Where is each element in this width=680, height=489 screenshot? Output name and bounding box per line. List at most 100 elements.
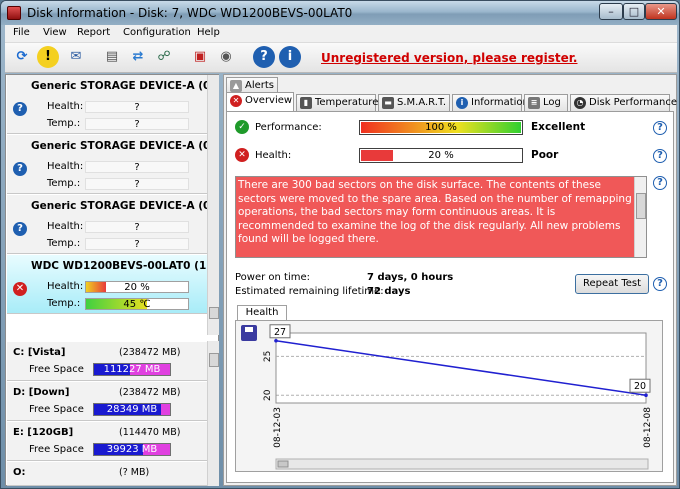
- partition-size: (? MB): [119, 467, 150, 478]
- alert-message-box[interactable]: There are 300 bad sectors on the disk su…: [235, 176, 647, 258]
- tab-information[interactable]: i Information: [452, 94, 529, 112]
- partition-name: D: [Down]: [13, 387, 70, 398]
- free-space-label: Free Space: [29, 444, 84, 455]
- menu-view[interactable]: View: [43, 27, 67, 38]
- details-panel: ▲ Alerts ✕ Overview ▮ Temperature ▬ S.M.A.R.…: [223, 74, 677, 486]
- chart-tab-health[interactable]: Health (%): [237, 305, 287, 332]
- performance-value: 100 %: [425, 122, 457, 133]
- error-icon: ✕: [230, 95, 242, 107]
- disk-app-icon: [7, 6, 21, 20]
- help-icon[interactable]: ?: [653, 176, 667, 190]
- health-label: Health:: [47, 281, 84, 292]
- question-icon: ?: [13, 222, 27, 236]
- menu-report[interactable]: Report: [77, 27, 110, 38]
- help-icon[interactable]: ?: [653, 277, 667, 291]
- performance-label: Performance:: [255, 122, 322, 133]
- temp-label: Temp.:: [47, 178, 81, 189]
- health-label: Health:: [47, 161, 84, 172]
- scroll-thumb[interactable]: [636, 193, 646, 219]
- data-label: 27: [274, 327, 286, 338]
- scroll-thumb[interactable]: [277, 460, 289, 468]
- partition-name: O:: [13, 467, 26, 478]
- device-item[interactable]: Generic STORAGE DEVICE-A (0.0 GB) ? Heal…: [7, 135, 207, 194]
- thermometer-icon: ▮: [300, 97, 312, 109]
- performance-meter: 100 %: [359, 120, 523, 135]
- help-icon[interactable]: ?: [653, 149, 667, 163]
- partition-size: (114470 MB): [119, 427, 181, 438]
- menu-configuration[interactable]: Configuration: [123, 27, 191, 38]
- tab-temperature[interactable]: ▮ Temperature: [296, 94, 378, 112]
- minimize-button[interactable]: –: [599, 3, 623, 20]
- tab-disk-performance[interactable]: ◔ Disk Performance: [570, 94, 677, 112]
- lifetime-value: 72 days: [367, 286, 411, 297]
- health-value: ?: [85, 101, 189, 113]
- error-icon: ✕: [13, 282, 27, 296]
- device-name: Generic STORAGE DEVICE-A (0.0 GB): [31, 80, 207, 92]
- partition-item[interactable]: E: [120GB] (114470 MB) Free Space 39923 …: [7, 422, 207, 461]
- partition-item[interactable]: O: (? MB): [7, 462, 207, 486]
- free-space-bar: 111227 MB: [93, 363, 171, 376]
- alerts-icon: ▲: [230, 80, 242, 92]
- partition-item[interactable]: D: [Down] (238472 MB) Free Space 28349 M…: [7, 382, 207, 421]
- health-label: Health:: [47, 101, 84, 112]
- app-window: Disk Information - Disk: 7, WDC WD1200BE…: [0, 0, 680, 489]
- alert-scrollbar[interactable]: [634, 177, 646, 257]
- mail-icon[interactable]: ✉: [65, 46, 87, 68]
- device-item[interactable]: Generic STORAGE DEVICE-A (0.0 GB) ? Heal…: [7, 75, 207, 134]
- question-icon: ?: [13, 162, 27, 176]
- info-icon: i: [456, 97, 468, 109]
- partition-size: (238472 MB): [119, 387, 181, 398]
- tab-overview[interactable]: ✕ Overview: [226, 92, 294, 112]
- partition-item[interactable]: C: [Vista] (238472 MB) Free Space 111227…: [7, 342, 207, 381]
- device-item[interactable]: Generic STORAGE DEVICE-A (0.0 GB) ? Heal…: [7, 195, 207, 254]
- network-icon[interactable]: ☍: [153, 46, 175, 68]
- tab-log[interactable]: ≡ Log: [524, 94, 568, 112]
- report-icon[interactable]: ▤: [101, 46, 123, 68]
- power-on-value: 7 days, 0 hours: [367, 272, 454, 283]
- scroll-thumb[interactable]: [209, 353, 219, 367]
- warning-icon[interactable]: !: [37, 46, 59, 68]
- help-icon[interactable]: ?: [253, 46, 275, 68]
- sync-icon[interactable]: ⇄: [127, 46, 149, 68]
- register-link[interactable]: Unregistered version, please register.: [321, 51, 578, 65]
- health-chart-svg: 27 20 20 25 08-12-03 08-12-08: [241, 324, 653, 470]
- error-icon: ✕: [235, 148, 249, 162]
- temp-bar: 45 ℃: [85, 298, 189, 310]
- y-tick-label: 25: [263, 351, 273, 362]
- x-tick-label: 08-12-03: [273, 407, 283, 448]
- temp-label: Temp.:: [47, 298, 81, 309]
- free-space-bar: 28349 MB: [93, 403, 171, 416]
- gauge-icon: ◔: [574, 97, 586, 109]
- log-icon: ≡: [528, 97, 540, 109]
- health-value: ?: [85, 161, 189, 173]
- device-item-selected[interactable]: WDC WD1200BEVS-00LAT0 (111.8 GB) ✕ Healt…: [7, 255, 207, 314]
- alert-text: There are 300 bad sectors on the disk su…: [238, 179, 632, 245]
- chart-scrollbar[interactable]: [275, 458, 649, 470]
- free-space-value: 28349 MB: [106, 404, 158, 415]
- repeat-test-button[interactable]: Repeat Test: [575, 274, 649, 294]
- device-name: WDC WD1200BEVS-00LAT0 (111.8 GB): [31, 260, 207, 272]
- data-point: [644, 393, 648, 398]
- tab-smart[interactable]: ▬ S.M.A.R.T.: [378, 94, 450, 112]
- maximize-button[interactable]: □: [623, 3, 645, 20]
- health-chart: 27 20 20 25 08-12-03 08-12-08: [235, 320, 663, 472]
- device-name: Generic STORAGE DEVICE-A (0.0 GB): [31, 140, 207, 152]
- partition-name: C: [Vista]: [13, 347, 66, 358]
- menu-help[interactable]: Help: [197, 27, 220, 38]
- title-bar[interactable]: Disk Information - Disk: 7, WDC WD1200BE…: [1, 1, 679, 25]
- close-button[interactable]: ✕: [645, 3, 677, 20]
- question-icon: ?: [13, 102, 27, 116]
- menu-file[interactable]: File: [13, 27, 30, 38]
- info-icon[interactable]: i: [279, 46, 301, 68]
- temp-value: 45 ℃: [123, 299, 151, 310]
- scroll-thumb[interactable]: [209, 307, 219, 319]
- health-label: Health:: [255, 150, 292, 161]
- device-list-scrollbar[interactable]: [207, 75, 219, 335]
- partition-list-scrollbar[interactable]: [207, 341, 219, 486]
- refresh-icon[interactable]: ⟳: [11, 46, 33, 68]
- device-name: Generic STORAGE DEVICE-A (0.0 GB): [31, 200, 207, 212]
- sound-icon[interactable]: ◉: [215, 46, 237, 68]
- free-space-value: 39923 MB: [106, 444, 158, 455]
- help-icon[interactable]: ?: [653, 121, 667, 135]
- settings-icon[interactable]: ▣: [189, 46, 211, 68]
